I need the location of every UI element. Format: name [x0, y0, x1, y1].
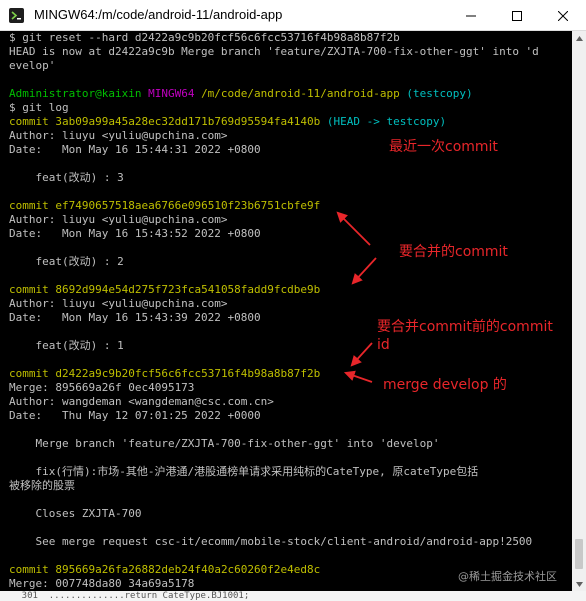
- annotation-before-merge: 要合并commit前的commit: [377, 319, 553, 335]
- title-bar[interactable]: MINGW64:/m/code/android-11/android-app: [0, 0, 586, 31]
- commit-line: commit 895669a26fa26882deb24f40a2c60260f…: [9, 563, 320, 577]
- terminal-line: $ git log: [9, 101, 69, 114]
- commit-label: commit: [9, 367, 49, 380]
- terminal-line: Author: wangdeman <wangdeman@csc.com.cn>: [9, 395, 274, 408]
- commit-line: commit 8692d994e54d275f723fca541058fadd9…: [9, 283, 320, 297]
- prompt-line: Administrator@kaixin MINGW64 /m/code/and…: [9, 87, 473, 101]
- terminal-line: Merge: 007748da80 34a69a5178: [9, 577, 195, 590]
- annotation-latest-commit: 最近一次commit: [389, 139, 498, 155]
- terminal-line: Closes ZXJTA-700: [9, 507, 142, 520]
- terminal-line: $ git reset --hard d2422a9c9b20fcf56c6fc…: [9, 31, 400, 44]
- terminal-line: Date: Mon May 16 15:43:39 2022 +0800: [9, 311, 261, 324]
- maximize-button[interactable]: [494, 0, 540, 31]
- commit-hash: 8692d994e54d275f723fca541058fadd9fcdbe9b: [55, 283, 321, 296]
- terminal-line: Author: liuyu <yuliu@upchina.com>: [9, 129, 228, 142]
- annotation-before-merge-id: id: [377, 337, 390, 353]
- commit-label: commit: [9, 199, 49, 212]
- terminal-line: evelop': [9, 59, 56, 72]
- prompt-path: /m/code/android-11/android-app: [201, 87, 400, 100]
- commit-label: commit: [9, 283, 49, 296]
- scrollbar-thumb[interactable]: [575, 539, 583, 569]
- commit-label: commit: [9, 563, 49, 576]
- head-ref: (HEAD -> testcopy): [326, 115, 447, 128]
- terminal-line: Author: liuyu <yuliu@upchina.com>: [9, 297, 228, 310]
- window-title: MINGW64:/m/code/android-11/android-app: [34, 7, 283, 22]
- commit-line: commit ef7490657518aea6766e096510f23b675…: [9, 199, 320, 213]
- terminal-line: 被移除的股票: [9, 479, 75, 492]
- terminal-line: fix(行情):市场-其他-沪港通/港股通榜单请求采用纯标的CateType, …: [9, 465, 479, 478]
- terminal-line: Date: Mon May 16 15:43:52 2022 +0800: [9, 227, 261, 240]
- prompt-user: Administrator@kaixin: [9, 87, 142, 100]
- prompt-shell: MINGW64: [148, 87, 195, 100]
- minimize-button[interactable]: [448, 0, 494, 31]
- terminal-line: Merge branch 'feature/ZXJTA-700-fix-othe…: [9, 437, 440, 450]
- terminal-line: Date: Thu May 12 07:01:25 2022 +0000: [9, 409, 261, 422]
- close-button[interactable]: [540, 0, 586, 31]
- prompt-branch: (testcopy): [406, 87, 473, 100]
- scroll-up-button[interactable]: [572, 31, 586, 45]
- commit-hash: ef7490657518aea6766e096510f23b6751cbfe9f: [55, 199, 321, 212]
- mingw-app-icon: [9, 8, 24, 23]
- terminal-line: See merge request csc-it/ecomm/mobile-st…: [9, 535, 533, 548]
- commit-label: commit: [9, 115, 49, 128]
- terminal-window: MINGW64:/m/code/android-11/android-app $…: [0, 0, 586, 601]
- close-icon: [558, 10, 568, 21]
- commit-hash: 3ab09a99a45a28ec32dd171b769d95594fa4140b: [55, 115, 321, 128]
- annotation-to-merge: 要合并的commit: [399, 244, 508, 260]
- background-editor-strip: 301 ..............return CateType.BJ1001…: [0, 591, 586, 601]
- terminal-output[interactable]: $ git reset --hard d2422a9c9b20fcf56c6fc…: [0, 31, 572, 591]
- commit-line: commit 3ab09a99a45a28ec32dd171b769d95594…: [9, 115, 446, 129]
- vertical-scrollbar[interactable]: [572, 31, 586, 591]
- terminal-line: Date: Mon May 16 15:44:31 2022 +0800: [9, 143, 261, 156]
- terminal-line: Merge: 895669a26f 0ec4095173: [9, 381, 195, 394]
- terminal-line: feat(改动) : 1: [9, 339, 124, 352]
- scroll-down-button[interactable]: [572, 577, 586, 591]
- arrow-up-icon: [575, 35, 583, 41]
- minimize-icon: [466, 15, 476, 16]
- terminal-line: feat(改动) : 2: [9, 255, 124, 268]
- maximize-icon: [512, 10, 522, 21]
- terminal-line: HEAD is now at d2422a9c9b Merge branch '…: [9, 45, 539, 58]
- commit-hash: d2422a9c9b20fcf56c6fcc53716f4b98a8b87f2b: [55, 367, 321, 380]
- terminal-line: feat(改动) : 3: [9, 171, 124, 184]
- terminal-line: Author: liuyu <yuliu@upchina.com>: [9, 213, 228, 226]
- annotation-merge-develop: merge develop 的: [383, 377, 507, 393]
- arrow-down-icon: [575, 581, 583, 587]
- commit-hash: 895669a26fa26882deb24f40a2c60260f2e4ed8c: [55, 563, 321, 576]
- commit-line: commit d2422a9c9b20fcf56c6fcc53716f4b98a…: [9, 367, 320, 381]
- watermark: @稀土掘金技术社区: [458, 570, 557, 583]
